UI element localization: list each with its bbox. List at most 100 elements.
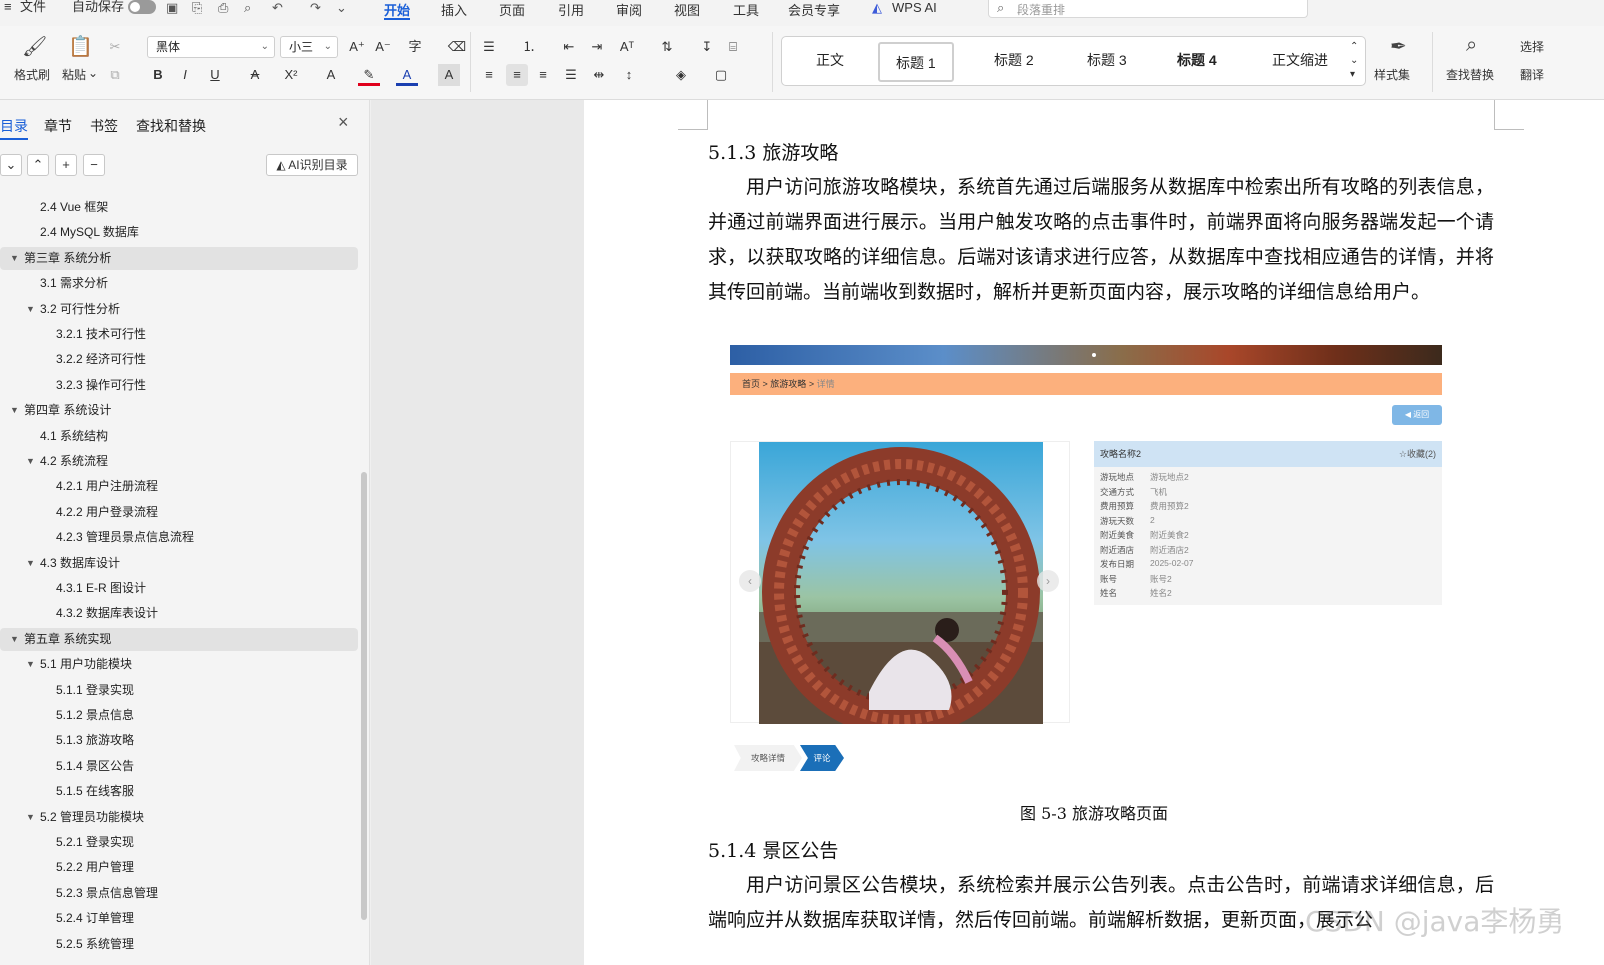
toc-item[interactable]: 4.2.3 管理员景点信息流程 <box>0 526 358 549</box>
tab-home[interactable]: 开始 <box>384 0 411 20</box>
styles-expand-icon[interactable]: ▾ <box>1350 69 1355 80</box>
toc-item[interactable]: 5.1.1 登录实现 <box>0 679 358 702</box>
expand-arrow-icon[interactable]: ▼ <box>26 653 35 676</box>
wps-ai-icon[interactable]: ◭ <box>872 0 882 16</box>
add-toc-item-button[interactable]: + <box>55 154 77 176</box>
superscript-icon[interactable]: X² <box>280 64 302 86</box>
toc-item[interactable]: 4.1 系统结构 <box>0 425 358 448</box>
select-button[interactable]: 选择 <box>1520 38 1544 55</box>
save-icon[interactable]: ▣ <box>166 0 178 16</box>
styles-scroll-up-icon[interactable]: ⌃ <box>1350 41 1358 52</box>
decrease-indent-icon[interactable]: ⇤ <box>558 36 580 58</box>
find-replace-button[interactable]: 查找替换 <box>1446 66 1494 83</box>
heading-5-1-3[interactable]: 5.1.3 旅游攻略 <box>708 138 838 165</box>
char-shading-icon[interactable]: A <box>438 64 460 86</box>
style-normal[interactable]: 正文 <box>816 50 844 70</box>
undo-icon[interactable]: ↶ <box>272 0 283 16</box>
tab-tools[interactable]: 工具 <box>733 0 759 19</box>
expand-arrow-icon[interactable]: ▼ <box>10 247 19 270</box>
toc-item[interactable]: 5.2.2 用户管理 <box>0 856 358 879</box>
italic-icon[interactable]: I <box>174 64 196 86</box>
clear-format-icon[interactable]: ⌫ <box>446 36 468 58</box>
shrink-font-icon[interactable]: A⁻ <box>372 36 394 58</box>
toc-item[interactable]: 5.1.3 旅游攻略 <box>0 729 358 752</box>
toc-item[interactable]: 2.4 MySQL 数据库 <box>0 221 358 244</box>
toc-item[interactable]: 5.2.3 景点信息管理 <box>0 882 358 905</box>
align-center-icon[interactable]: ≡ <box>506 64 528 86</box>
toc-scrollbar[interactable] <box>361 472 367 920</box>
font-name-select[interactable]: 黑体 ⌄ <box>147 36 275 58</box>
tab-references[interactable]: 引用 <box>558 0 584 19</box>
toc-item[interactable]: 3.2.3 操作可行性 <box>0 374 358 397</box>
print-preview-icon[interactable]: ⌕ <box>244 0 251 16</box>
style-heading-2[interactable]: 标题 2 <box>994 50 1034 70</box>
tab-toc[interactable]: 目录 <box>0 116 28 140</box>
toc-item[interactable]: 3.1 需求分析 <box>0 272 358 295</box>
tab-view[interactable]: 视图 <box>674 0 700 19</box>
toc-item[interactable]: ▼ 3.2 可行性分析 <box>0 298 358 321</box>
style-heading-1[interactable]: 标题 1 <box>878 42 954 82</box>
toc-item[interactable]: ▼ 第五章 系统实现 <box>0 627 358 651</box>
ai-recognize-toc-button[interactable]: ◭ AI识别目录 <box>266 154 358 176</box>
toc-item[interactable]: 4.2.1 用户注册流程 <box>0 475 358 498</box>
file-menu[interactable]: 文件 <box>20 0 46 20</box>
toc-item[interactable]: 5.2.5 系统管理 <box>0 933 358 956</box>
copy-icon[interactable]: ⧉ <box>104 64 126 86</box>
text-effect-icon[interactable]: A <box>320 64 342 86</box>
expand-up-button[interactable]: ⌃ <box>27 154 49 176</box>
font-color-icon[interactable]: A <box>396 64 418 86</box>
format-painter-button[interactable]: 格式刷 <box>14 66 50 83</box>
toc-item[interactable]: 4.2.2 用户登录流程 <box>0 501 358 524</box>
phonetic-guide-icon[interactable]: 字 <box>404 36 426 58</box>
justify-icon[interactable]: ☰ <box>560 64 582 86</box>
tab-bookmarks[interactable]: 书签 <box>90 116 118 136</box>
paste-button[interactable]: 粘贴 <box>62 66 86 83</box>
tab-review[interactable]: 审阅 <box>616 0 642 19</box>
style-heading-4[interactable]: 标题 4 <box>1177 50 1217 70</box>
tab-find-replace[interactable]: 查找和替换 <box>136 116 206 136</box>
expand-arrow-icon[interactable]: ▼ <box>10 628 19 651</box>
cut-icon[interactable]: ✂ <box>104 36 126 58</box>
quick-access-more-icon[interactable]: ⌄ <box>336 0 347 16</box>
highlight-icon[interactable]: ✎ <box>358 64 380 86</box>
toc-item[interactable]: ▼ 5.1 用户功能模块 <box>0 653 358 676</box>
translate-button[interactable]: 翻译 <box>1520 66 1544 83</box>
heading-5-1-4[interactable]: 5.1.4 景区公告 <box>708 836 838 863</box>
paste-icon[interactable]: 📋 <box>68 34 93 59</box>
tab-page[interactable]: 页面 <box>499 0 525 19</box>
export-icon[interactable]: ⎘ <box>192 0 202 16</box>
grow-font-icon[interactable]: A⁺ <box>346 36 368 58</box>
toc-item[interactable]: 5.1.2 景点信息 <box>0 704 358 727</box>
style-body-indent[interactable]: 正文缩进 <box>1272 50 1328 70</box>
expand-arrow-icon[interactable]: ▼ <box>26 552 35 575</box>
style-heading-3[interactable]: 标题 3 <box>1087 50 1127 70</box>
tab-member[interactable]: 会员专享 <box>788 0 840 19</box>
toc-item[interactable]: 5.1.5 在线客服 <box>0 780 358 803</box>
toc-item[interactable]: ▼ 4.2 系统流程 <box>0 450 358 473</box>
toc-item[interactable]: ▼ 5.2 管理员功能模块 <box>0 806 358 829</box>
text-direction-icon[interactable]: Aᵀ <box>616 36 638 58</box>
expand-arrow-icon[interactable]: ▼ <box>26 450 35 473</box>
numbered-list-icon[interactable]: ⒈ <box>518 36 540 58</box>
collapse-all-button[interactable]: ⌄ <box>0 154 22 176</box>
remove-toc-item-button[interactable]: − <box>83 154 105 176</box>
paragraph-5-1-3[interactable]: 用户访问旅游攻略模块，系统首先通过后端服务从数据库中检索出所有攻略的列表信息，并… <box>708 170 1494 310</box>
menu-icon[interactable]: ≡ <box>4 0 12 20</box>
toc-item[interactable]: ▼ 4.3 数据库设计 <box>0 552 358 575</box>
increase-indent-icon[interactable]: ⇥ <box>586 36 608 58</box>
show-marks-icon[interactable]: ⌸ <box>722 36 744 58</box>
toc-item[interactable]: ▼ 第四章 系统设计 <box>0 399 358 422</box>
figure-caption[interactable]: 图 5-3 旅游攻略页面 <box>584 800 1604 824</box>
expand-arrow-icon[interactable]: ▼ <box>26 806 35 829</box>
autosave-toggle[interactable] <box>128 0 156 14</box>
expand-arrow-icon[interactable]: ▼ <box>10 399 19 422</box>
bullet-list-icon[interactable]: ☰ <box>478 36 500 58</box>
underline-icon[interactable]: U <box>204 64 226 86</box>
find-replace-icon[interactable]: ⌕ <box>1466 34 1477 57</box>
sort-ascending-icon[interactable]: ↧ <box>696 36 718 58</box>
redo-icon[interactable]: ↷ <box>310 0 321 16</box>
style-set-icon[interactable]: ✒ <box>1390 34 1407 59</box>
tab-insert[interactable]: 插入 <box>441 0 467 19</box>
toc-item[interactable]: 4.3.2 数据库表设计 <box>0 602 358 625</box>
paste-dropdown-icon[interactable]: ⌄ <box>88 66 98 80</box>
